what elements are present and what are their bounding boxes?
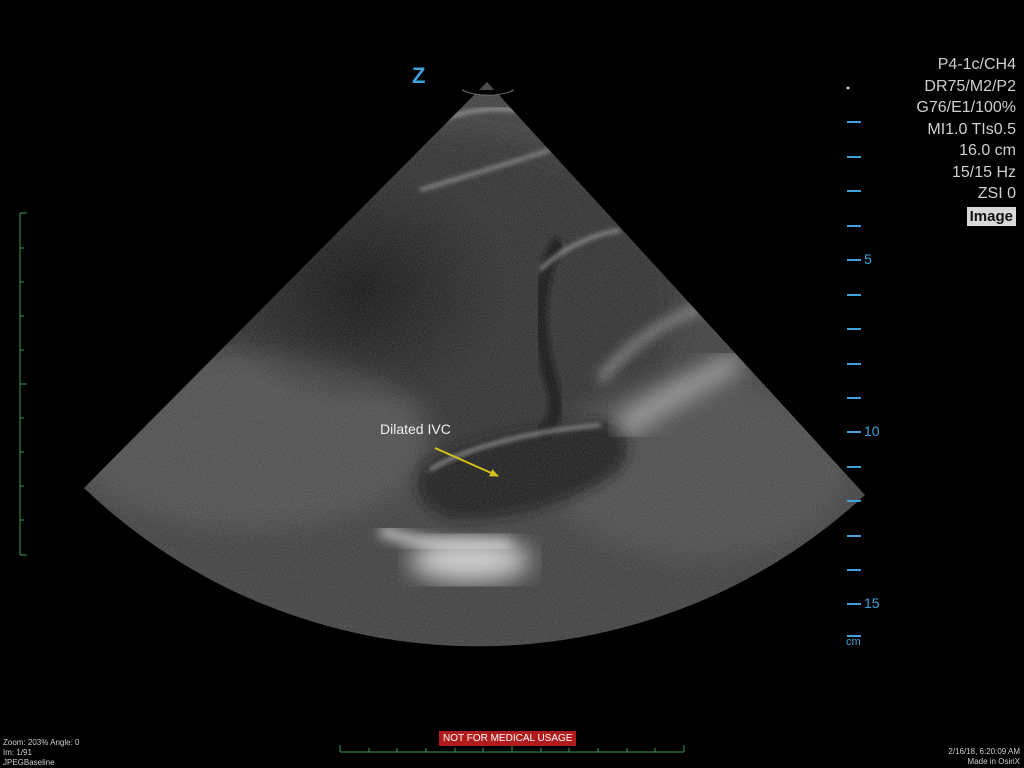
focus-marker [846, 86, 850, 90]
viewer-info-right: 2/16/18, 6:20:09 AM Made in OsiriX [948, 747, 1020, 767]
bottom-time-scale [339, 745, 685, 753]
depth-label-5: 5 [864, 251, 872, 267]
made-in-text: Made in OsiriX [967, 757, 1020, 766]
probe-label: P4-1c/CH4 [937, 56, 1016, 73]
depth-unit-label: cm [846, 636, 861, 648]
image-index-text: Im: 1/91 [3, 748, 32, 757]
depth-label-15: 15 [864, 595, 880, 611]
ultrasound-viewport: Z [19, 63, 865, 753]
zsi-label: ZSI 0 [977, 185, 1016, 202]
depth-label: 16.0 cm [959, 142, 1016, 159]
gain-label: G76/E1/100% [916, 99, 1016, 116]
depth-scale-ticks [847, 121, 861, 637]
warning-badge: NOT FOR MEDICAL USAGE [439, 731, 577, 746]
dynamic-range-label: DR75/M2/P2 [924, 77, 1016, 95]
frame-rate-label: 15/15 Hz [951, 163, 1016, 181]
datetime-text: 2/16/18, 6:20:09 AM [948, 747, 1020, 756]
viewer-info-left: Zoom: 203% Angle: 0 Im: 1/91 JPEGBaselin… [3, 738, 80, 768]
left-time-scale [19, 212, 27, 556]
compression-text: JPEGBaseline [3, 758, 55, 767]
annotation-label: Dilated IVC [380, 421, 451, 437]
orientation-marker: Z [412, 63, 425, 88]
scanner-parameters: P4-1c/CH4 DR75/M2/P2 G76/E1/100% MI1.0 T… [916, 54, 1016, 227]
probe-footprint [461, 89, 515, 96]
ultrasound-sector [84, 82, 865, 647]
mode-badge: Image [966, 206, 1016, 226]
zoom-angle-text: Zoom: 203% Angle: 0 [3, 738, 80, 747]
depth-label-10: 10 [864, 423, 880, 439]
index-label: MI1.0 TIs0.5 [927, 120, 1016, 138]
